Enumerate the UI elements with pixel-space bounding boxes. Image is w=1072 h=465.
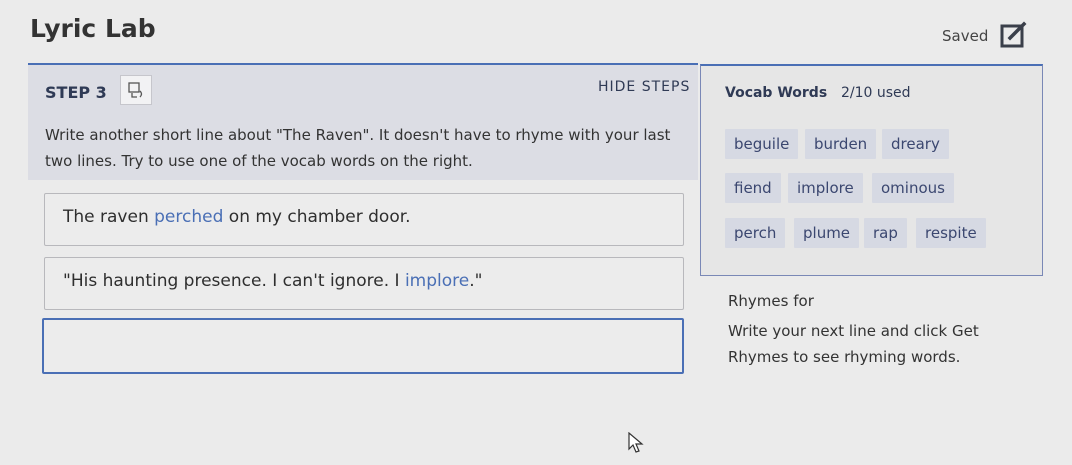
step-label: STEP 3 (45, 83, 107, 102)
saved-status: Saved (942, 27, 989, 45)
speaker-icon (128, 82, 143, 98)
lyric-text: ." (469, 271, 483, 291)
vocab-chip-burden[interactable]: burden (805, 129, 877, 159)
vocab-panel: Vocab Words 2/10 used beguile burden dre… (700, 64, 1043, 276)
rhymes-description: Write your next line and click Get Rhyme… (728, 322, 979, 366)
hide-steps-button[interactable]: HIDE STEPS (598, 79, 690, 95)
vocab-chip-implore[interactable]: implore (788, 173, 863, 203)
vocab-chip-rap[interactable]: rap (864, 218, 907, 248)
vocab-chip-dreary[interactable]: dreary (882, 129, 949, 159)
instruction-line-2: two lines. Try to use one of the vocab w… (45, 152, 473, 170)
vocab-chip-beguile[interactable]: beguile (725, 129, 799, 159)
rhymes-title: Rhymes for (728, 292, 814, 310)
mouse-cursor-icon (628, 432, 644, 453)
step-instruction: Write another short line about "The Rave… (45, 122, 695, 174)
lyric-text: The raven (63, 207, 155, 227)
lyric-line-2[interactable]: "His haunting presence. I can't ignore. … (44, 257, 684, 310)
vocab-highlight: perched (154, 207, 224, 227)
new-line-input[interactable] (42, 318, 684, 374)
lyric-line-text: The raven perched on my chamber door. (63, 207, 411, 227)
step-panel: STEP 3 HIDE STEPS Write another short li… (28, 63, 698, 180)
vocab-chip-perch[interactable]: perch (725, 218, 786, 248)
vocab-highlight: implore (404, 271, 470, 291)
vocab-chip-respite[interactable]: respite (916, 218, 986, 248)
lyric-text: on my chamber door. (223, 207, 411, 227)
vocab-chip-ominous[interactable]: ominous (872, 173, 954, 203)
vocab-used-count: 2/10 used (841, 85, 911, 101)
edit-icon[interactable] (1000, 20, 1028, 48)
lyric-line-text: "His haunting presence. I can't ignore. … (63, 271, 482, 291)
lyric-line-1[interactable]: The raven perched on my chamber door. (44, 193, 684, 246)
vocab-chip-fiend[interactable]: fiend (725, 173, 781, 203)
vocab-chip-plume[interactable]: plume (794, 218, 860, 248)
vocab-header: Vocab Words (725, 85, 828, 101)
instruction-line-1: Write another short line about "The Rave… (45, 126, 671, 144)
read-aloud-button[interactable] (120, 75, 152, 105)
lyric-text: "His haunting presence. I can't ignore. … (63, 271, 405, 291)
app-title: Lyric Lab (30, 14, 156, 43)
